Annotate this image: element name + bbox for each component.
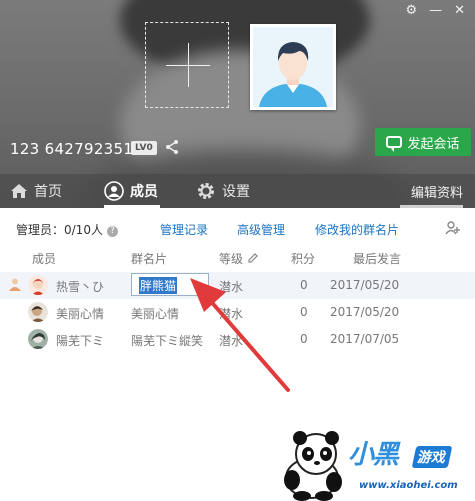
member-last-speak: 2017/07/05 <box>330 332 400 346</box>
col-last-speak[interactable]: 最后发言 <box>353 250 401 267</box>
default-avatar-icon <box>253 27 333 107</box>
group-avatar[interactable] <box>250 24 336 110</box>
pencil-icon[interactable] <box>247 252 259 264</box>
watermark-url: www.xiaohei.com <box>359 480 458 491</box>
avatar[interactable] <box>28 329 48 349</box>
member-toolbar: 管理员：0/10人? 管理记录 高级管理 修改我的群名片 <box>0 208 475 244</box>
tab-home-label: 首页 <box>34 184 62 200</box>
edit-profile-label: 编辑资料 <box>410 185 463 201</box>
member-points: 0 <box>300 305 308 319</box>
col-points[interactable]: 积分 <box>291 250 315 267</box>
table-header: 成员 群名片 等级 积分 最后发言 <box>0 244 475 272</box>
group-header: ⚙ — ✕ 123 642792351 LV0 发起会话 首页 成员 设置 编辑… <box>0 0 475 208</box>
watermark-game: 游戏 <box>411 446 453 468</box>
col-member[interactable]: 成员 <box>32 250 56 267</box>
member-last-speak: 2017/05/20 <box>330 305 400 319</box>
group-card-input[interactable]: 胖熊猫 <box>131 273 209 296</box>
edit-profile-button[interactable]: 编辑资料 <box>411 174 463 208</box>
member-name: 热雪丶ひ <box>56 280 105 294</box>
close-icon[interactable]: ✕ <box>454 4 465 18</box>
avatar[interactable] <box>28 302 48 322</box>
upload-avatar-button[interactable] <box>145 22 229 108</box>
member-points: 0 <box>300 278 308 292</box>
tab-settings-label: 设置 <box>222 184 250 200</box>
start-chat-label: 发起会话 <box>407 136 460 152</box>
watermark-brand: 小黑 <box>348 440 399 470</box>
advanced-manage-link[interactable]: 高级管理 <box>237 221 285 238</box>
tab-settings[interactable]: 设置 <box>196 174 250 208</box>
admin-count-label: 管理员：0/10人 <box>16 223 103 237</box>
member-card: 陽芜下ミ縱笑 <box>131 334 204 348</box>
chat-icon <box>386 136 403 152</box>
level-badge: LV0 <box>131 141 157 155</box>
edit-group-card-link[interactable]: 修改我的群名片 <box>315 221 399 238</box>
tab-bar: 首页 成员 设置 编辑资料 <box>0 174 475 208</box>
member-level: 潜水 <box>219 307 244 321</box>
home-icon <box>11 184 27 198</box>
member-level: 潜水 <box>219 280 244 294</box>
admin-count: 管理员：0/10人? <box>16 221 118 238</box>
table-row[interactable]: 热雪丶ひ 胖熊猫 潜水 0 2017/05/20 <box>0 272 475 299</box>
manage-log-link[interactable]: 管理记录 <box>160 221 208 238</box>
member-name: 陽芜下ミ <box>56 334 105 348</box>
settings-icon[interactable]: ⚙ <box>405 4 417 18</box>
tab-home[interactable]: 首页 <box>10 174 62 208</box>
member-name: 美丽心情 <box>56 307 105 321</box>
selected-card-text: 胖熊猫 <box>139 277 178 294</box>
member-card: 美丽心情 <box>131 307 180 321</box>
window-controls: ⚙ — ✕ <box>405 4 465 18</box>
group-id: 123 642792351 <box>10 140 134 158</box>
table-row[interactable]: 陽芜下ミ 陽芜下ミ縱笑 潜水 0 2017/07/05 <box>0 326 475 353</box>
member-level: 潜水 <box>219 334 244 348</box>
table-row[interactable]: 美丽心情 美丽心情 潜水 0 2017/05/20 <box>0 299 475 326</box>
owner-person-icon <box>9 278 21 291</box>
start-chat-button[interactable]: 发起会话 <box>375 128 471 156</box>
person-icon <box>104 181 124 201</box>
gear-icon <box>198 183 214 199</box>
minimize-icon[interactable]: — <box>429 4 442 18</box>
panda-logo-icon <box>284 431 342 501</box>
avatar[interactable] <box>28 275 48 295</box>
site-watermark: 小黑 游戏 www.xiaohei.com <box>278 428 475 501</box>
share-icon[interactable] <box>164 139 180 155</box>
member-last-speak: 2017/05/20 <box>330 278 400 292</box>
col-level[interactable]: 等级 <box>219 250 243 267</box>
tab-members-label: 成员 <box>130 184 158 200</box>
add-member-icon[interactable] <box>445 220 461 236</box>
help-icon[interactable]: ? <box>106 226 118 237</box>
col-card[interactable]: 群名片 <box>131 250 167 267</box>
member-points: 0 <box>300 332 308 346</box>
tab-members[interactable]: 成员 <box>104 174 158 208</box>
